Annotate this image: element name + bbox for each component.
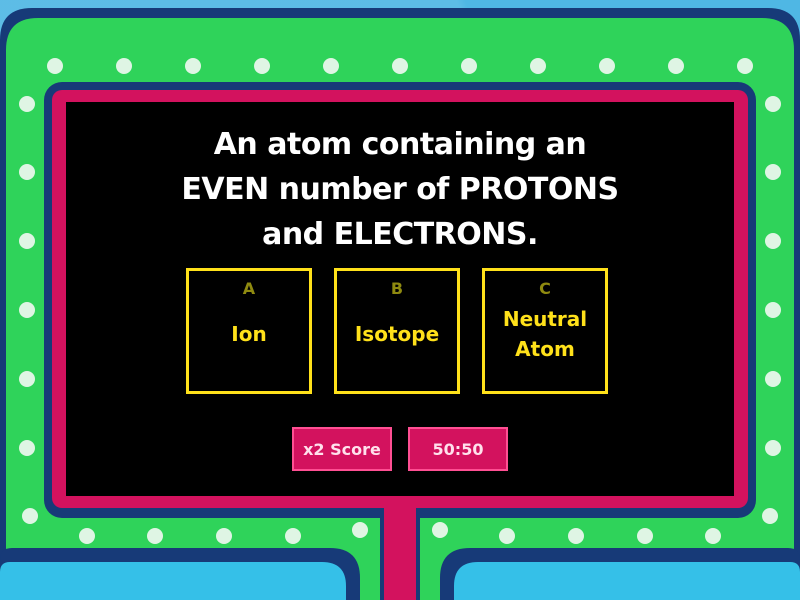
fifty-fifty-button[interactable]: 50:50: [408, 427, 508, 471]
answer-text: Neutral Atom: [502, 307, 588, 361]
question-line: An atom containing an: [213, 127, 587, 162]
answer-option-c[interactable]: C Neutral Atom: [482, 268, 608, 394]
answer-text: Ion: [231, 322, 267, 346]
question-line: EVEN number of PROTONS: [181, 172, 619, 207]
answer-letter: B: [390, 279, 404, 298]
answer-option-b[interactable]: B Isotope: [334, 268, 460, 394]
question-text: An atom containing an EVEN number of PRO…: [110, 122, 690, 257]
answer-letter: C: [539, 279, 551, 298]
double-score-button[interactable]: x2 Score: [292, 427, 392, 471]
answer-text: Isotope: [354, 322, 440, 346]
answer-option-a[interactable]: A Ion: [186, 268, 312, 394]
question-line: and ELECTRONS.: [262, 217, 538, 252]
answer-letter: A: [242, 279, 256, 298]
